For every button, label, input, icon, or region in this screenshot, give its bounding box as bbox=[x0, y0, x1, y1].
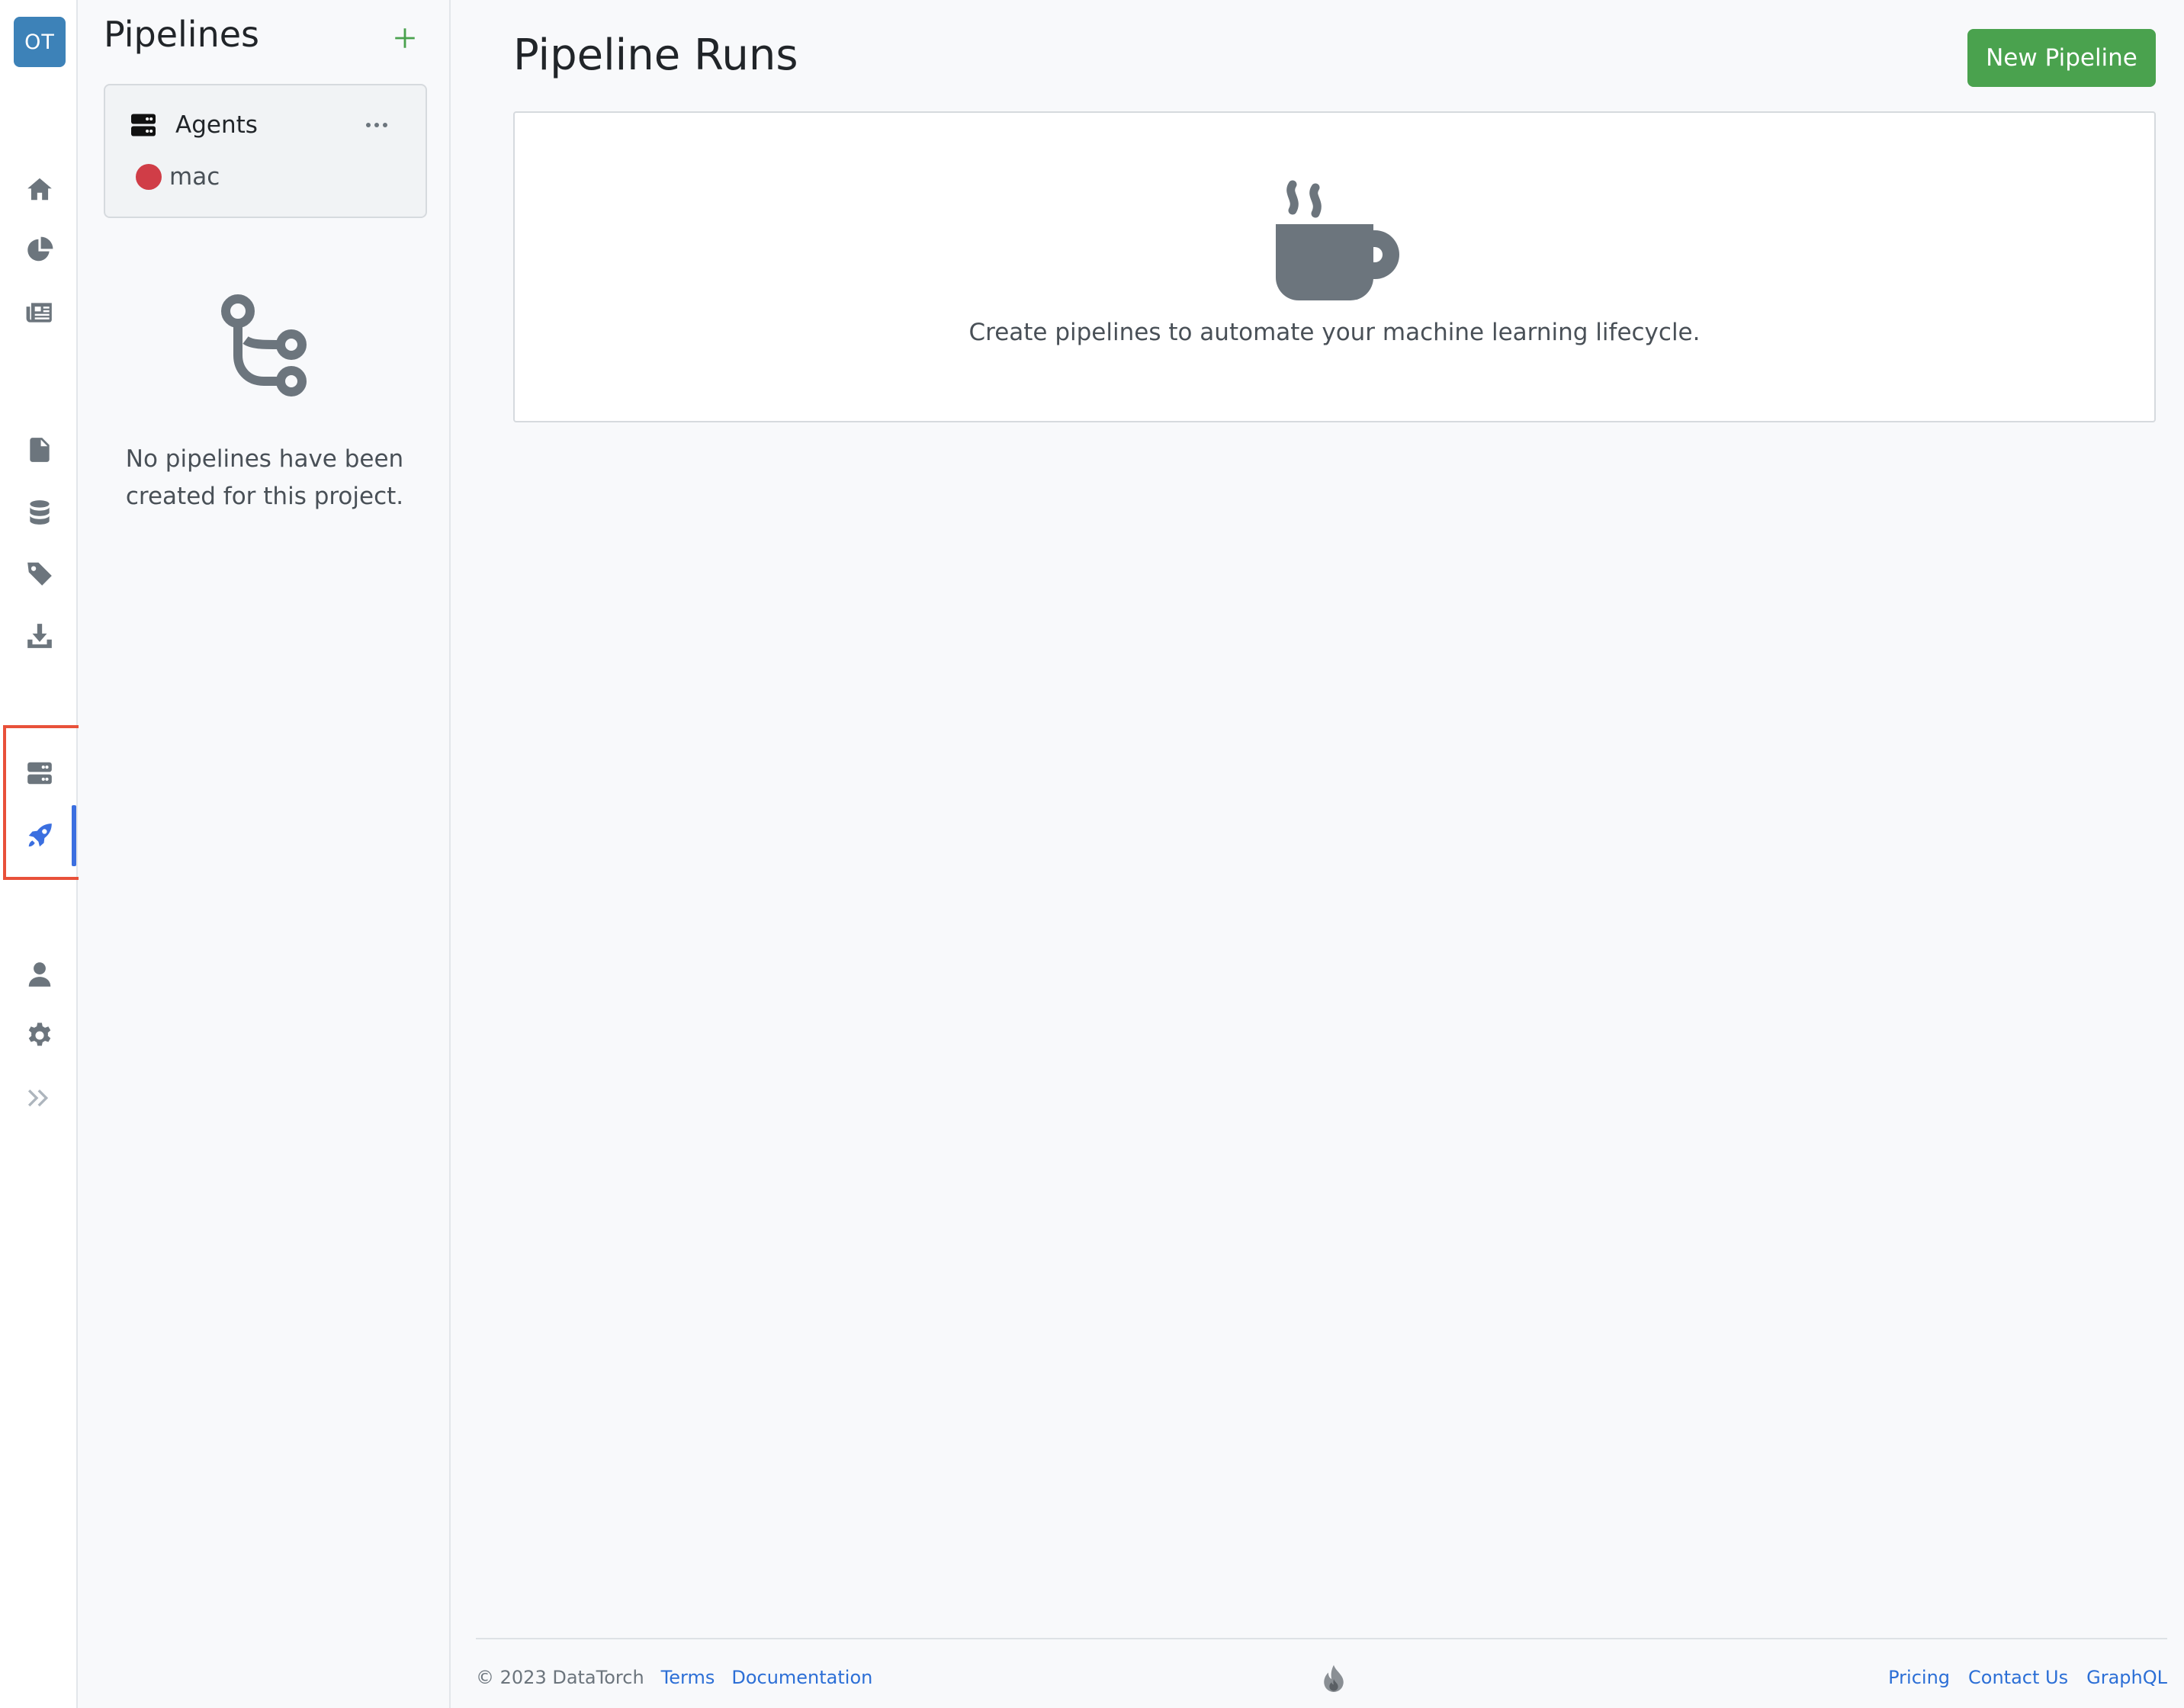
avatar-initials: OT bbox=[24, 30, 55, 54]
terms-link[interactable]: Terms bbox=[661, 1667, 715, 1688]
nav-feed[interactable] bbox=[18, 291, 61, 334]
coffee-icon bbox=[1276, 180, 1399, 300]
footer-left: © 2023 DataTorch Terms Documentation bbox=[476, 1667, 872, 1688]
app-root: OT Pipelines Agents mac No pipelines hav… bbox=[0, 0, 2184, 1708]
footer-right: Pricing Contact Us GraphQL bbox=[1888, 1667, 2167, 1688]
expand-sidebar-button[interactable] bbox=[18, 1077, 61, 1119]
nav-dashboards[interactable] bbox=[18, 229, 61, 271]
server-icon bbox=[131, 114, 156, 136]
active-indicator bbox=[72, 805, 76, 866]
contact-us-link[interactable]: Contact Us bbox=[1968, 1667, 2068, 1688]
server-icon bbox=[27, 762, 52, 785]
nav-datasets[interactable] bbox=[18, 491, 61, 534]
datatorch-flame-icon bbox=[1324, 1665, 1344, 1692]
rocket-icon bbox=[28, 824, 52, 847]
agents-card: Agents mac bbox=[104, 84, 427, 218]
code-branch-icon bbox=[221, 294, 307, 396]
panel-title: Pipelines bbox=[104, 14, 259, 55]
nav-exports[interactable] bbox=[18, 615, 61, 657]
pipeline-runs-empty-state: Create pipelines to automate your machin… bbox=[513, 111, 2156, 422]
download-icon bbox=[27, 624, 52, 648]
nav-pipelines[interactable] bbox=[18, 814, 61, 857]
add-pipeline-button[interactable] bbox=[384, 17, 426, 59]
pricing-link[interactable]: Pricing bbox=[1888, 1667, 1950, 1688]
agents-more-button[interactable] bbox=[361, 116, 392, 134]
empty-state-message: Create pipelines to automate your machin… bbox=[968, 319, 1701, 346]
plus-icon bbox=[395, 28, 415, 48]
new-pipeline-button[interactable]: New Pipeline bbox=[1967, 29, 2156, 87]
database-icon bbox=[30, 500, 50, 525]
nav-labels[interactable] bbox=[18, 552, 61, 595]
footer: © 2023 DataTorch Terms Documentation Pri… bbox=[476, 1638, 2167, 1708]
pie-chart-icon bbox=[27, 236, 53, 262]
copyright-text: © 2023 DataTorch bbox=[476, 1667, 644, 1688]
nav-home[interactable] bbox=[18, 168, 61, 210]
file-icon bbox=[30, 438, 50, 462]
agent-item[interactable]: mac bbox=[136, 163, 220, 191]
nav-members[interactable] bbox=[18, 953, 61, 996]
nav-settings[interactable] bbox=[18, 1014, 61, 1057]
chevrons-right-icon bbox=[27, 1089, 49, 1107]
graphql-link[interactable]: GraphQL bbox=[2086, 1667, 2167, 1688]
nav-agents[interactable] bbox=[18, 752, 61, 795]
gear-icon bbox=[28, 1023, 51, 1046]
no-pipelines-message: No pipelines have been created for this … bbox=[125, 445, 404, 510]
tag-icon bbox=[27, 562, 52, 586]
documentation-link[interactable]: Documentation bbox=[731, 1667, 872, 1688]
project-avatar[interactable]: OT bbox=[14, 17, 66, 67]
agent-status-dot bbox=[136, 164, 162, 190]
icon-rail: OT bbox=[0, 0, 78, 1708]
agents-label: Agents bbox=[175, 111, 258, 139]
home-icon bbox=[27, 178, 52, 201]
nav-files[interactable] bbox=[18, 429, 61, 471]
page-title: Pipeline Runs bbox=[513, 30, 798, 80]
agent-name: mac bbox=[169, 163, 220, 191]
newspaper-icon bbox=[26, 303, 52, 323]
user-icon bbox=[28, 962, 51, 987]
agents-header: Agents bbox=[130, 111, 258, 139]
pipelines-panel: Pipelines Agents mac No pipelines have b… bbox=[79, 0, 451, 1708]
ellipsis-icon bbox=[366, 123, 387, 127]
